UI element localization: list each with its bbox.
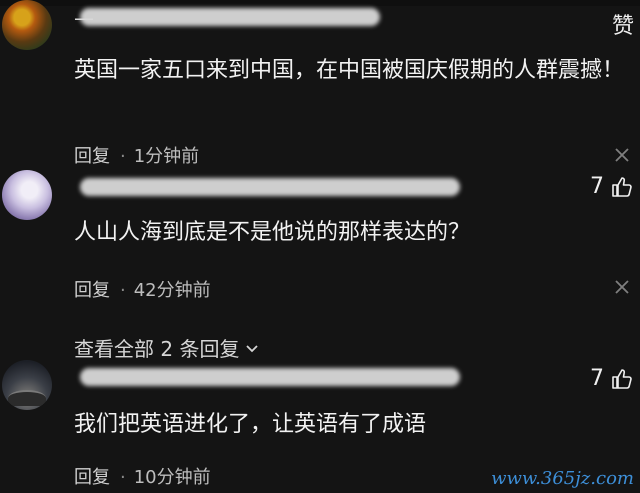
comment-meta: 回复 · 42分钟前 — [74, 276, 211, 302]
like-count: 7 — [590, 174, 604, 199]
reply-button[interactable]: 回复 — [74, 146, 110, 167]
separator-dot: · — [120, 146, 126, 167]
comment-text: 我们把英语进化了，让英语有了成语 — [74, 412, 427, 437]
username-redaction — [80, 8, 380, 26]
like-button[interactable]: 7 — [590, 366, 634, 391]
close-icon[interactable] — [614, 279, 630, 295]
timestamp: 42分钟前 — [133, 280, 211, 301]
separator-dot: · — [120, 280, 126, 301]
close-icon[interactable] — [614, 147, 630, 163]
comment-text: 人山人海到底是不是他说的那样表达的？ — [74, 220, 471, 245]
chevron-down-icon — [246, 344, 259, 352]
avatar[interactable] — [2, 0, 52, 50]
like-count: 7 — [590, 366, 604, 391]
comment-1: — 赞 英国一家五口来到中国，在中国被国庆假期的人群震撼！ 回复·1分钟前 — [0, 0, 640, 175]
username-redaction — [80, 178, 460, 196]
avatar[interactable] — [2, 170, 52, 220]
like-button[interactable]: 7 — [590, 174, 634, 199]
reply-button[interactable]: 回复 — [74, 280, 110, 301]
watermark: www.365jz.com — [491, 468, 634, 489]
timestamp: 10分钟前 — [133, 467, 211, 488]
view-all-replies-button[interactable]: 查看全部 2 条回复 — [74, 333, 261, 362]
comment-meta: 回复 · 1分钟前 — [74, 142, 199, 168]
comment-text: 英国一家五口来到中国，在中国被国庆假期的人群震撼！ — [74, 58, 625, 83]
comment-meta: 回复 · 10分钟前 — [74, 463, 211, 489]
like-label: 赞 — [611, 14, 634, 39]
separator-dot: · — [120, 467, 126, 488]
timestamp: 1分钟前 — [133, 146, 200, 167]
reply-button[interactable]: 回复 — [74, 467, 110, 488]
avatar[interactable] — [2, 360, 52, 410]
username-redaction — [80, 368, 460, 386]
view-all-replies-label: 查看全部 2 条回复 — [74, 337, 240, 361]
like-button[interactable]: 赞 — [612, 8, 634, 40]
comment-2: 7 人山人海到底是不是他说的那样表达的？ 回复 · 42分钟前 — [0, 170, 640, 360]
thumbs-up-icon — [612, 176, 632, 197]
thumbs-up-icon — [612, 368, 632, 389]
